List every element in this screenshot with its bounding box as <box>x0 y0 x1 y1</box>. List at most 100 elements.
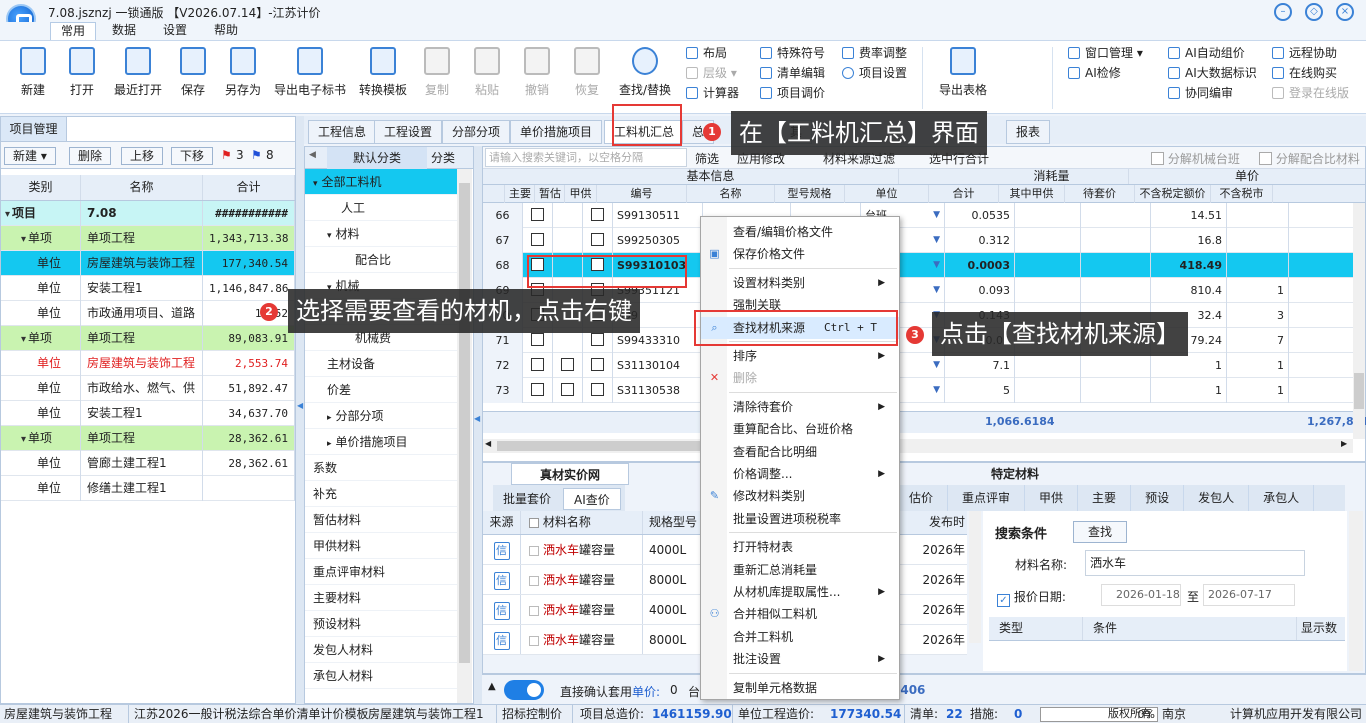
special-symbol-button[interactable]: 特殊符号 <box>760 43 825 63</box>
date-from-input[interactable]: 2026-01-18 <box>1101 584 1181 606</box>
save-button[interactable]: 保存 <box>170 45 216 111</box>
left-splitter[interactable]: ◀ <box>296 116 304 704</box>
ai-check-button[interactable]: AI检修 <box>1068 63 1143 83</box>
auto-apply-toggle[interactable] <box>504 680 544 700</box>
special-tab[interactable]: 主要 <box>1078 485 1132 511</box>
project-tree-row[interactable]: 单位 市政给水、燃气、供 51,892.47 <box>1 376 295 401</box>
context-menu-item[interactable]: ✕ 删除 <box>701 367 899 389</box>
grid-col-header[interactable]: 甲供 <box>565 185 597 203</box>
save-as-button[interactable]: 另存为 <box>220 45 266 111</box>
source-info-icon[interactable]: 信 <box>493 632 510 650</box>
collab-review-button[interactable]: 协同编审 <box>1168 83 1257 103</box>
redo-button[interactable]: 恢复 <box>564 45 610 111</box>
find-replace-button[interactable]: 查找/替换 <box>615 45 675 111</box>
grid-col-header[interactable] <box>483 185 505 203</box>
context-menu-item[interactable]: ▣ 保存价格文件 <box>701 243 899 265</box>
tree-item[interactable]: ▸ 单价措施项目 <box>305 429 457 455</box>
checkbox[interactable]: ✓ <box>997 594 1010 607</box>
context-menu-item[interactable]: 重算配合比、台班价格 <box>701 418 899 440</box>
grid-col-header[interactable]: 单位 <box>845 185 929 203</box>
project-delete-button[interactable]: 删除 <box>69 147 112 165</box>
grid-row[interactable]: 66S99130511台班▼0.053514.51 <box>483 203 1353 228</box>
minimize-button[interactable]: – <box>1274 3 1292 21</box>
grid-vscroll-thumb[interactable] <box>1354 373 1364 409</box>
online-buy-button[interactable]: 在线购买 <box>1272 63 1349 83</box>
tree-item[interactable]: ▾ 材料 <box>305 221 457 247</box>
filter-button[interactable]: 筛选 <box>695 150 719 167</box>
restore-button[interactable]: ◇ <box>1305 3 1323 21</box>
expand-arrow-icon[interactable]: ▾ <box>21 234 26 245</box>
tree-item[interactable]: 暂估材料 <box>305 507 457 533</box>
checkbox[interactable] <box>591 233 604 246</box>
project-move-down-button[interactable]: 下移 <box>171 147 214 165</box>
tree-expand-icon[interactable]: ▸ <box>327 413 332 423</box>
tab-default-category[interactable]: 默认分类 <box>327 147 427 169</box>
checkbox[interactable] <box>1259 152 1272 165</box>
project-tree-row[interactable]: 单位 安装工程1 34,637.70 <box>1 401 295 426</box>
checkbox[interactable] <box>591 358 604 371</box>
tree-item[interactable]: ▾ 全部工料机 <box>305 169 457 195</box>
blue-flag-icon[interactable]: ⚑ <box>251 148 262 162</box>
checkbox[interactable] <box>591 208 604 221</box>
tree-item[interactable]: 主材设备 <box>305 351 457 377</box>
checkbox[interactable] <box>529 636 539 646</box>
open-button[interactable]: 打开 <box>59 45 105 111</box>
new-button[interactable]: 新建 <box>10 45 56 111</box>
checkbox[interactable] <box>561 383 574 396</box>
tree-expand-icon[interactable]: ▸ <box>327 439 332 449</box>
context-menu-item[interactable]: 重新汇总消耗量 <box>701 559 899 581</box>
unit-dropdown-icon[interactable]: ▼ <box>933 253 940 278</box>
quote-date-checkbox[interactable]: ✓ 报价日期: <box>997 588 1066 607</box>
window-manage-button[interactable]: 窗口管理 ▾ <box>1068 43 1143 63</box>
project-move-up-button[interactable]: 上移 <box>121 147 164 165</box>
context-menu-item[interactable]: 排序 ▶ <box>701 345 899 367</box>
grid-vscrollbar[interactable] <box>1353 203 1365 439</box>
list-edit-button[interactable]: 清单编辑 <box>760 63 825 83</box>
material-name-input[interactable]: 洒水车 <box>1085 550 1305 576</box>
project-tree-row[interactable]: ▾ 单项 单项工程 89,083.91 <box>1 326 295 351</box>
tree-expand-icon[interactable]: ▾ <box>313 179 318 189</box>
tab-unit-measures[interactable]: 单价措施项目 <box>510 120 603 144</box>
menu-tab-settings[interactable]: 设置 <box>153 22 197 40</box>
scroll-right-icon[interactable]: ▶ <box>1341 439 1347 448</box>
source-info-icon[interactable]: 信 <box>493 602 510 620</box>
checkbox[interactable] <box>1151 152 1164 165</box>
source-info-icon[interactable]: 信 <box>493 572 510 590</box>
tree-item[interactable]: 甲供材料 <box>305 533 457 559</box>
expand-arrow-icon[interactable]: ▾ <box>5 209 10 220</box>
grid-col-header[interactable]: 暂估 <box>535 185 565 203</box>
unit-dropdown-icon[interactable]: ▼ <box>933 203 940 228</box>
project-tree-row[interactable]: ▾ 单项 单项工程 1,343,713.38 <box>1 226 295 251</box>
context-menu-item[interactable]: ✎ 修改材料类别 <box>701 485 899 507</box>
rate-adjust-button[interactable]: 费率调整 <box>842 43 907 63</box>
checkbox[interactable] <box>531 358 544 371</box>
tree-splitter[interactable]: ◀ <box>474 146 482 704</box>
unit-dropdown-icon[interactable]: ▼ <box>933 378 940 403</box>
checkbox[interactable] <box>591 333 604 346</box>
tree-item[interactable]: 价差 <box>305 377 457 403</box>
tab-batch-price[interactable]: 批量套价 <box>497 488 557 510</box>
project-price-adjust-button[interactable]: 项目调价 <box>760 83 825 103</box>
context-menu-item[interactable]: 批注设置 ▶ <box>701 648 899 670</box>
checkbox[interactable] <box>531 383 544 396</box>
project-tree-row[interactable]: 单位市政通用项目、道路19,52 <box>1 301 295 326</box>
grid-col-header[interactable]: 主要 <box>505 185 535 203</box>
tab-project-info[interactable]: 工程信息 <box>308 120 377 144</box>
context-menu-item[interactable]: 查看/编辑价格文件 <box>701 221 899 243</box>
menu-tab-home[interactable]: 常用 <box>50 22 97 40</box>
context-menu-item[interactable]: 合并工料机 <box>701 626 899 648</box>
tree-prev-icon[interactable]: ◀ <box>309 150 316 160</box>
tree-item[interactable]: 人工 <box>305 195 457 221</box>
copy-button[interactable]: 复制 <box>414 45 460 111</box>
tab-project-settings[interactable]: 工程设置 <box>374 120 443 144</box>
collapse-up-icon[interactable]: ▲ <box>488 681 496 692</box>
tree-item[interactable]: 补充 <box>305 481 457 507</box>
split-machine-checkbox[interactable]: 分解机械台班 <box>1151 150 1240 167</box>
special-tab[interactable]: 预设 <box>1131 485 1185 511</box>
project-tree-row[interactable]: 单位 管廊土建工程1 28,362.61 <box>1 451 295 476</box>
grid-hscrollbar[interactable]: ◀ ▶ <box>483 439 1353 453</box>
tree-scrollbar[interactable] <box>457 169 472 703</box>
project-tree-row[interactable]: 单位 房屋建筑与装饰工程 2,553.74 <box>1 351 295 376</box>
context-menu-item[interactable]: 从材机库提取属性... ▶ <box>701 581 899 603</box>
project-tree-row[interactable]: 单位 房屋建筑与装饰工程 177,340.54 <box>1 251 295 276</box>
